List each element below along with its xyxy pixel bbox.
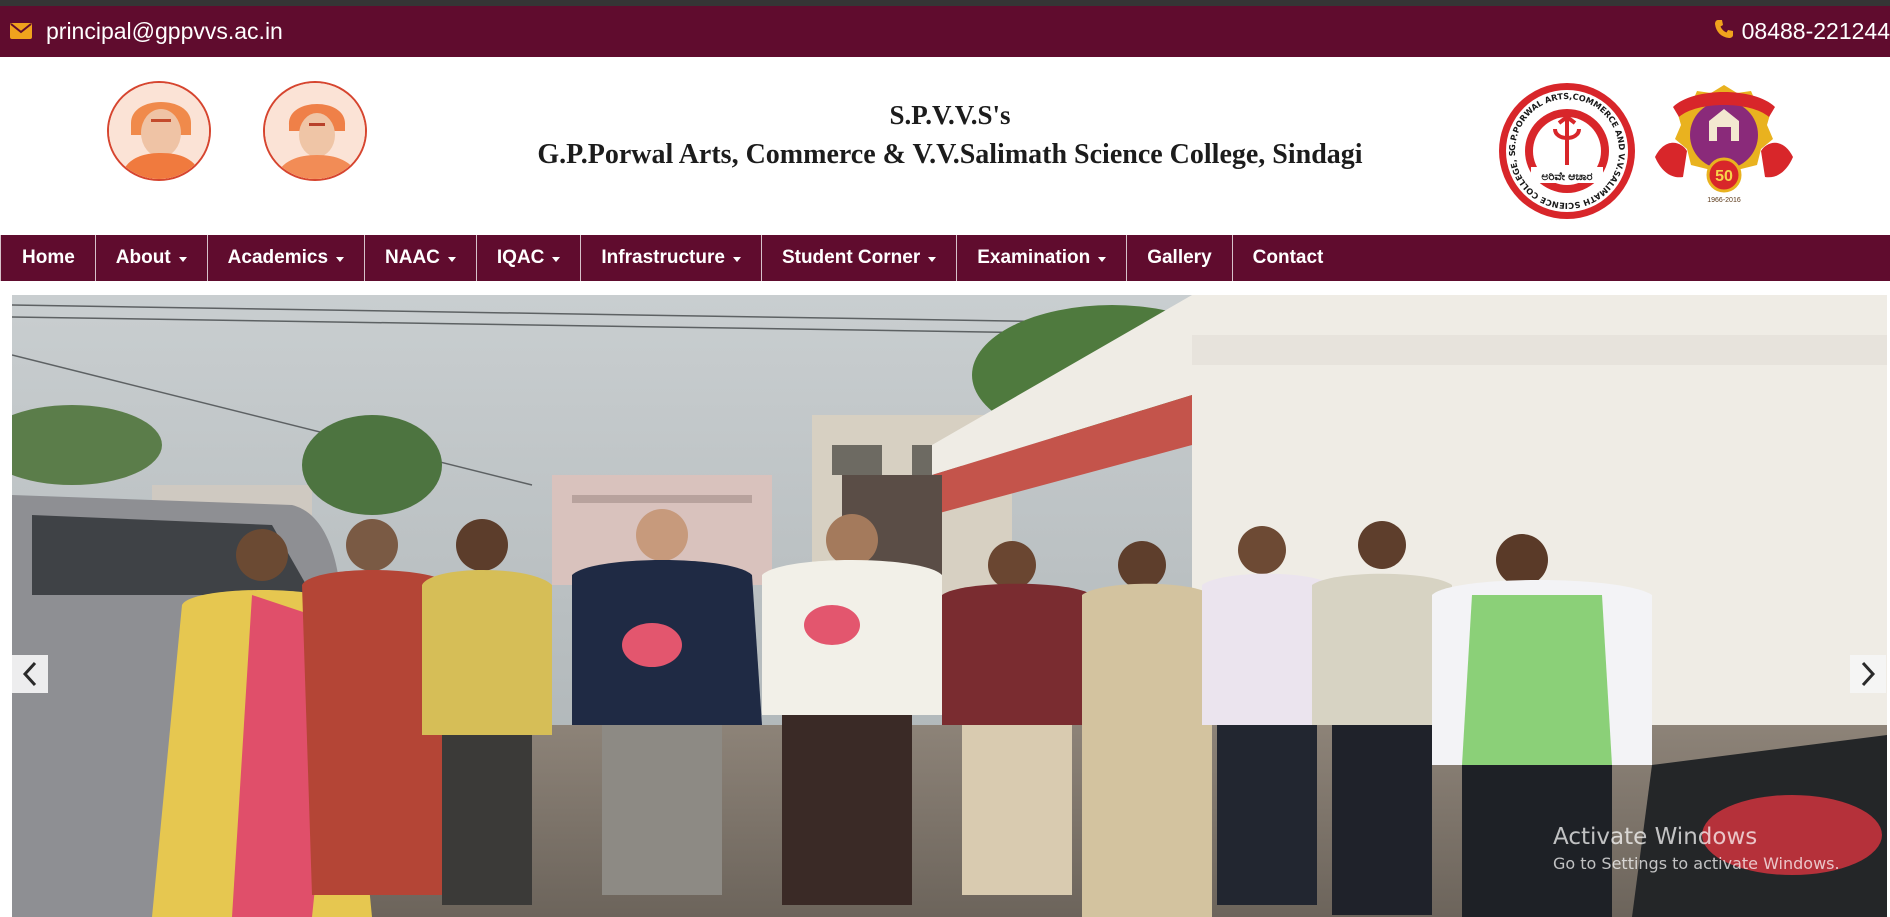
nav-label[interactable]: About [116, 247, 171, 269]
watermark-subtitle: Go to Settings to activate Windows. [1553, 854, 1840, 873]
nav-about[interactable]: About [94, 235, 207, 281]
phone-text[interactable]: 08488-221244 [1742, 18, 1890, 45]
college-seal-logo: G.P.PORWAL ARTS,COMMERCE AND V.V.SALIMAT… [1494, 73, 1637, 221]
nav-iqac[interactable]: IQAC [475, 235, 581, 281]
nav-infrastructure[interactable]: Infrastructure [580, 235, 761, 281]
caret-down-icon [447, 256, 456, 262]
caret-down-icon [178, 256, 187, 262]
nav-label[interactable]: Gallery [1147, 247, 1211, 269]
chevron-left-icon [22, 661, 37, 687]
phone-icon [1714, 18, 1734, 45]
caret-down-icon [928, 256, 937, 262]
contact-bar: principal@gppvvs.ac.in 08488-221244 [0, 6, 1890, 57]
nav-label[interactable]: Contact [1253, 247, 1324, 269]
contact-phone[interactable]: 08488-221244 [1714, 18, 1890, 45]
caret-down-icon [732, 256, 741, 262]
founder-portrait-1 [107, 81, 211, 181]
golden-jubilee-badge: 50 1966-2016 [1653, 81, 1795, 207]
windows-activation-watermark: Activate Windows Go to Settings to activ… [1553, 823, 1840, 877]
main-navigation: Home About Academics NAAC IQAC Infrastru… [0, 235, 1890, 281]
badge-number: 50 [1715, 168, 1733, 185]
college-title: S.P.V.V.S's G.P.Porwal Arts, Commerce & … [460, 95, 1440, 175]
badge-years: 1966-2016 [1707, 197, 1741, 204]
carousel-prev-button[interactable] [12, 655, 48, 693]
nav-label[interactable]: Infrastructure [601, 247, 725, 269]
society-name: S.P.V.V.S's [889, 100, 1011, 130]
contact-email[interactable]: principal@gppvvs.ac.in [10, 18, 283, 45]
nav-home[interactable]: Home [0, 235, 95, 281]
nav-label[interactable]: Examination [977, 247, 1090, 269]
founder-portrait-2 [263, 81, 367, 181]
nav-label[interactable]: Home [22, 247, 75, 269]
nav-label[interactable]: Student Corner [782, 247, 920, 269]
caret-down-icon [552, 256, 561, 262]
nav-examination[interactable]: Examination [956, 235, 1126, 281]
email-text[interactable]: principal@gppvvs.ac.in [46, 18, 283, 45]
nav-label[interactable]: Academics [228, 247, 328, 269]
watermark-title: Activate Windows [1553, 824, 1758, 850]
site-header: S.P.V.V.S's G.P.Porwal Arts, Commerce & … [0, 57, 1890, 235]
nav-label[interactable]: NAAC [385, 247, 440, 269]
chevron-right-icon [1861, 661, 1876, 687]
nav-naac[interactable]: NAAC [364, 235, 476, 281]
nav-label[interactable]: IQAC [497, 247, 545, 269]
caret-down-icon [336, 256, 345, 262]
seal-motto: ಅರಿವೇ ಆಚಾರ [1541, 171, 1592, 183]
nav-contact[interactable]: Contact [1231, 235, 1344, 281]
hero-carousel[interactable]: Activate Windows Go to Settings to activ… [12, 295, 1887, 917]
envelope-icon [10, 18, 32, 45]
nav-academics[interactable]: Academics [206, 235, 364, 281]
nav-student-corner[interactable]: Student Corner [760, 235, 956, 281]
caret-down-icon [1098, 256, 1107, 262]
nav-gallery[interactable]: Gallery [1126, 235, 1231, 281]
carousel-next-button[interactable] [1850, 655, 1886, 693]
college-name: G.P.Porwal Arts, Commerce & V.V.Salimath… [537, 139, 1363, 170]
